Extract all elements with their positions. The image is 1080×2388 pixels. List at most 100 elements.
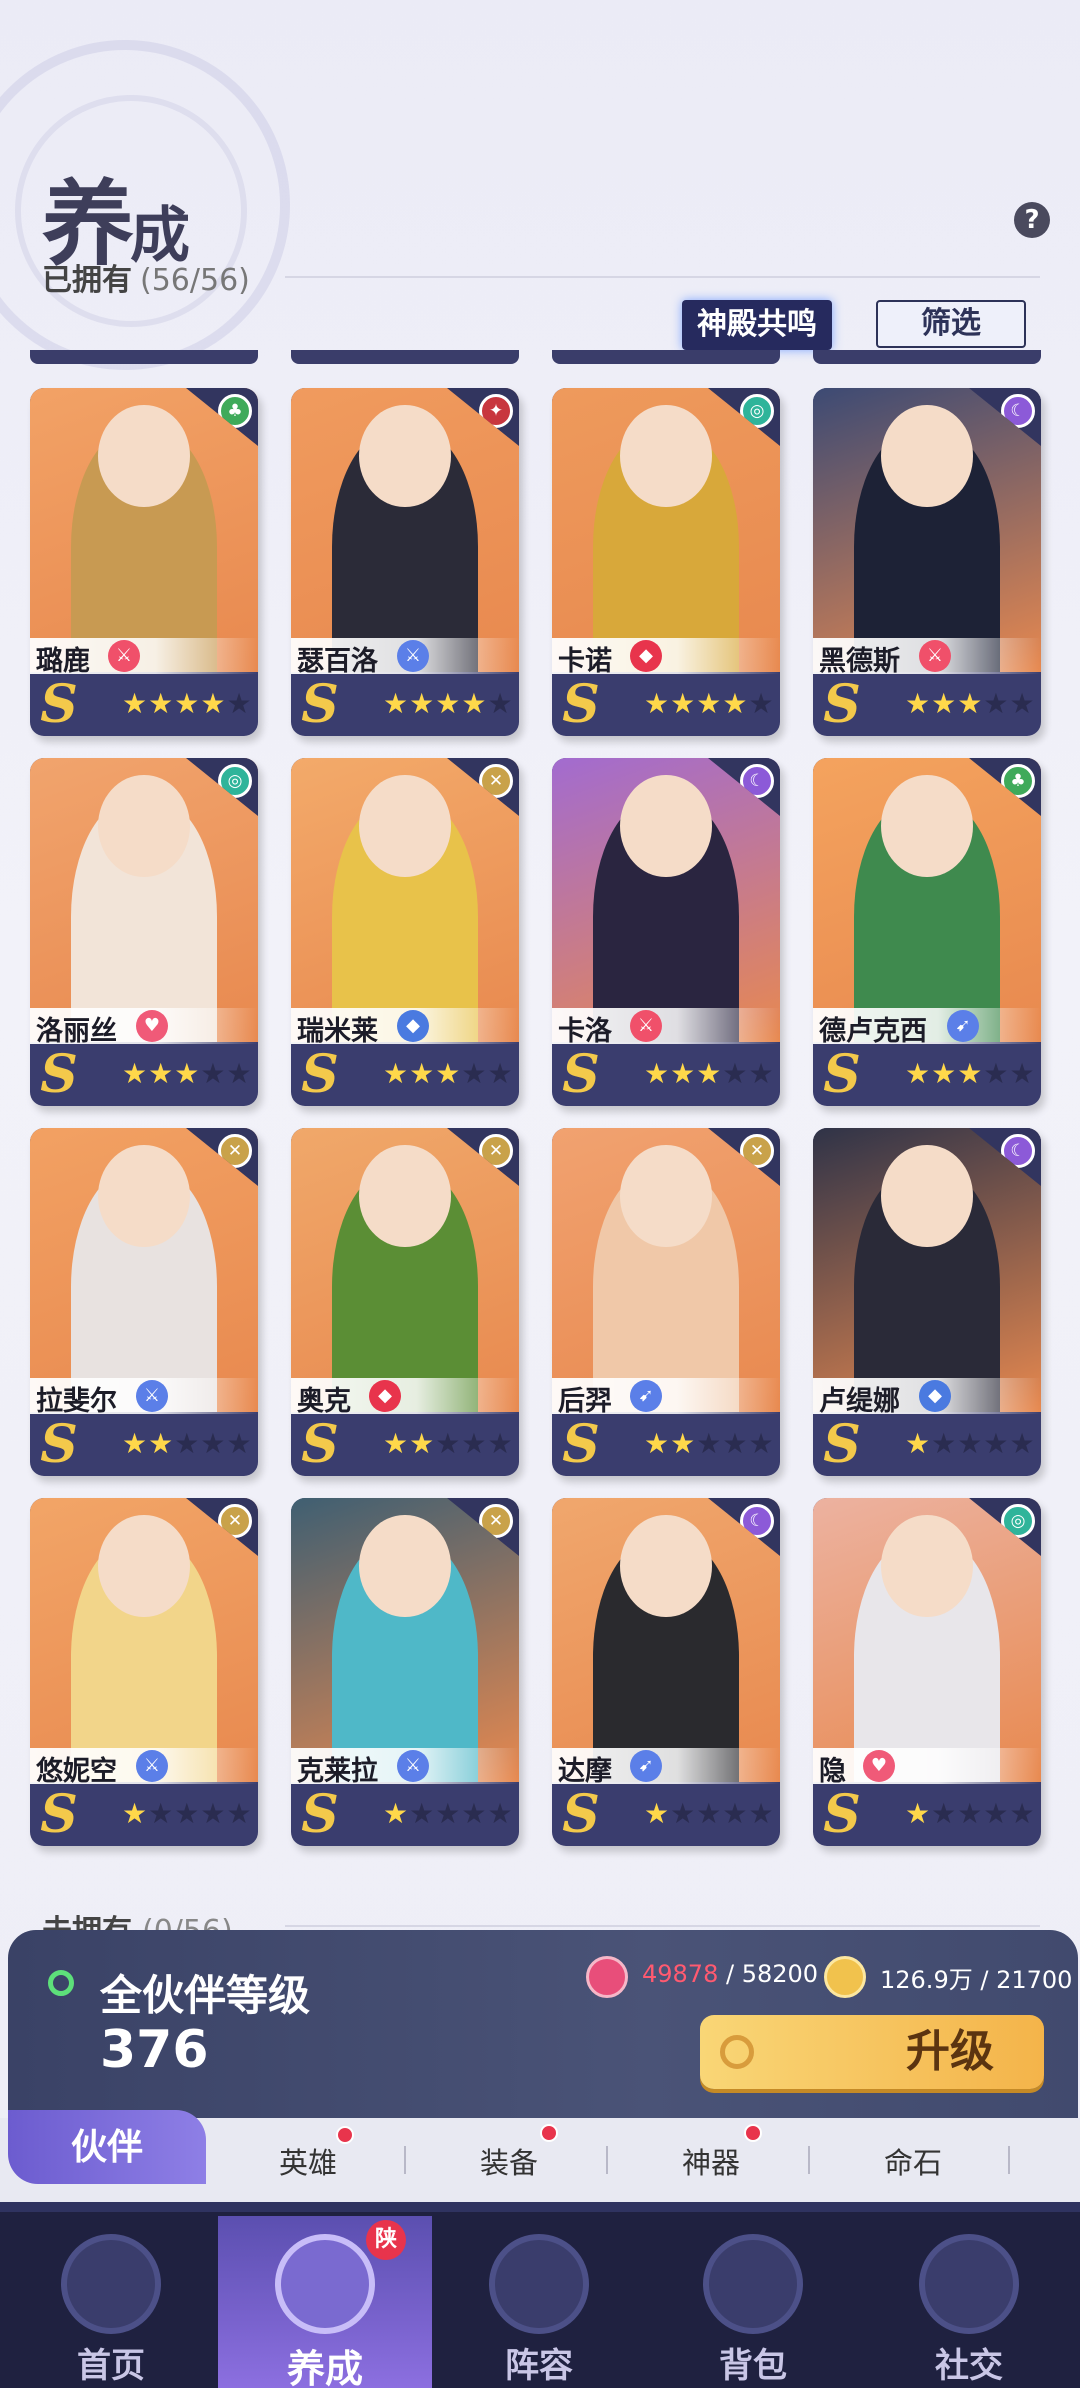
star-empty-icon: ★ (957, 1797, 984, 1830)
portrait-face (620, 1515, 712, 1618)
partner-card[interactable]: ✕ 瑞米莱 ◆ S ★★★★★ (291, 758, 519, 1106)
partner-name: 拉斐尔 (36, 1386, 117, 1417)
partner-name: 卡洛 (558, 1016, 612, 1047)
nav-cultivate[interactable]: 陕 养成 (218, 2216, 432, 2388)
partner-card[interactable]: ☾ 黑德斯 ⚔ S ★★★★★ (813, 388, 1041, 736)
star-empty-icon: ★ (696, 1427, 723, 1460)
star-rating: ★★★★★ (383, 686, 514, 722)
star-empty-icon: ★ (983, 687, 1010, 720)
partner-card[interactable]: ✕ 后羿 ➹ S ★★★★★ (552, 1128, 780, 1476)
partner-name: 洛丽丝 (36, 1016, 117, 1047)
partner-card[interactable]: ◎ 隐 ♥ S ★★★★★ (813, 1498, 1041, 1846)
rank-s-icon: S (40, 674, 78, 735)
star-filled-icon: ★ (644, 1057, 671, 1090)
partner-portrait (552, 388, 780, 672)
tab-partner[interactable]: 伙伴 (8, 2110, 206, 2184)
star-filled-icon: ★ (905, 1427, 932, 1460)
star-empty-icon: ★ (435, 1797, 462, 1830)
star-filled-icon: ★ (905, 687, 932, 720)
filter-button[interactable]: 筛选 (876, 300, 1026, 348)
star-rating: ★★★★★ (644, 1796, 775, 1832)
gold-resource: 126.9万 / 21700 (880, 1966, 1073, 1994)
nav-lineup[interactable]: 阵容 (432, 2216, 646, 2388)
rank-s-icon: S (562, 674, 600, 735)
star-filled-icon: ★ (670, 1057, 697, 1090)
temple-resonance-button[interactable]: 神殿共鸣 (682, 300, 832, 350)
partner-card[interactable]: ☾ 卡洛 ⚔ S ★★★★★ (552, 758, 780, 1106)
star-empty-icon: ★ (148, 1797, 175, 1830)
tab-hero[interactable]: 英雄 (243, 2140, 373, 2182)
star-filled-icon: ★ (931, 687, 958, 720)
star-empty-icon: ★ (226, 1797, 253, 1830)
star-filled-icon: ★ (905, 1057, 932, 1090)
star-rating: ★★★★★ (383, 1056, 514, 1092)
nav-social[interactable]: 社交 (862, 2216, 1076, 2388)
partner-card[interactable]: ♣ 璐鹿 ⚔ S ★★★★★ (30, 388, 258, 736)
help-icon[interactable]: ? (1014, 202, 1050, 238)
rank-s-icon: S (823, 1044, 861, 1105)
partner-portrait (552, 1128, 780, 1412)
star-filled-icon: ★ (644, 1427, 671, 1460)
home-icon (61, 2234, 161, 2334)
portrait-face (98, 775, 190, 878)
tab-artifact[interactable]: 神器 (646, 2140, 776, 2182)
partner-name: 璐鹿 (36, 646, 90, 677)
partner-card[interactable]: ♣ 德卢克西 ➹ S ★★★★★ (813, 758, 1041, 1106)
star-filled-icon: ★ (644, 1797, 671, 1830)
heal-icon: ♥ (136, 1010, 168, 1042)
portrait-face (359, 1145, 451, 1248)
star-empty-icon: ★ (435, 1427, 462, 1460)
star-rating: ★★★★★ (122, 1426, 253, 1462)
star-filled-icon: ★ (670, 1427, 697, 1460)
portrait-face (881, 1515, 973, 1618)
nav-label: 背包 (719, 2346, 787, 2386)
partner-card[interactable]: ✕ 悠妮空 ⚔ S ★★★★★ (30, 1498, 258, 1846)
tab-fate-stone[interactable]: 命石 (848, 2140, 978, 2182)
partner-card[interactable]: ◎ 洛丽丝 ♥ S ★★★★★ (30, 758, 258, 1106)
star-empty-icon: ★ (200, 1797, 227, 1830)
star-empty-icon: ★ (226, 687, 253, 720)
star-filled-icon: ★ (696, 1057, 723, 1090)
nav-home[interactable]: 首页 (4, 2216, 218, 2388)
portrait-face (98, 1515, 190, 1618)
tab-separator (808, 2146, 810, 2174)
portrait-face (98, 1145, 190, 1248)
star-filled-icon: ★ (383, 1057, 410, 1090)
rank-s-icon: S (562, 1044, 600, 1105)
partner-portrait (30, 388, 258, 672)
partner-card[interactable]: ✕ 拉斐尔 ⚔ S ★★★★★ (30, 1128, 258, 1476)
partner-card[interactable]: ✕ 奥克 ◆ S ★★★★★ (291, 1128, 519, 1476)
portrait-face (620, 775, 712, 878)
star-empty-icon: ★ (200, 1427, 227, 1460)
star-filled-icon: ★ (148, 687, 175, 720)
star-empty-icon: ★ (461, 1427, 488, 1460)
partner-portrait (552, 758, 780, 1042)
star-empty-icon: ★ (461, 1797, 488, 1830)
partner-card[interactable]: ✦ 瑟百洛 ⚔ S ★★★★★ (291, 388, 519, 736)
partner-card[interactable]: ◎ 卡诺 ◆ S ★★★★★ (552, 388, 780, 736)
star-empty-icon: ★ (748, 687, 775, 720)
star-empty-icon: ★ (487, 1057, 514, 1090)
nameplate (813, 1748, 1041, 1784)
rank-s-icon: S (823, 1414, 861, 1475)
partner-card-grid: ♣ 璐鹿 ⚔ S ★★★★★ ✦ 瑟百洛 ⚔ S ★★★★★ ◎ 卡诺 ◆ S ★★★★★ ☾ 黑德斯 ⚔ S ★★★… (0, 350, 1080, 1910)
tab-equipment[interactable]: 装备 (444, 2140, 574, 2182)
star-filled-icon: ★ (174, 687, 201, 720)
partner-card[interactable]: ☾ 达摩 ➹ S ★★★★★ (552, 1498, 780, 1846)
card-stub (813, 350, 1041, 364)
partner-name: 德卢克西 (819, 1016, 927, 1047)
star-empty-icon: ★ (174, 1427, 201, 1460)
new-badge: 陕 (366, 2220, 406, 2260)
partner-card[interactable]: ☾ 卢缇娜 ◆ S ★★★★★ (813, 1128, 1041, 1476)
star-filled-icon: ★ (957, 687, 984, 720)
nav-backpack[interactable]: 背包 (646, 2216, 860, 2388)
partner-card[interactable]: ✕ 克莱拉 ⚔ S ★★★★★ (291, 1498, 519, 1846)
partner-portrait (30, 758, 258, 1042)
essence-icon (586, 1956, 628, 1998)
sword-icon: ⚔ (397, 1750, 429, 1782)
owned-section-label: 已拥有 (56/56) (42, 263, 250, 298)
star-empty-icon: ★ (748, 1797, 775, 1830)
upgrade-button[interactable]: 升级 (700, 2015, 1044, 2089)
partner-portrait (813, 388, 1041, 672)
social-icon (919, 2234, 1019, 2334)
